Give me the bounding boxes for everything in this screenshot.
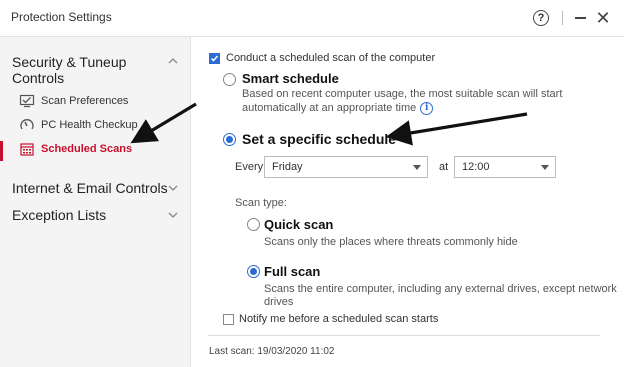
info-icon[interactable]: i	[420, 101, 434, 115]
radio-dot	[250, 268, 257, 275]
sidebar-item-pc-health-checkup[interactable]: PC Health Checkup	[19, 117, 138, 133]
day-select-value: Friday	[272, 161, 303, 173]
conduct-scan-checkbox[interactable]	[209, 53, 220, 64]
full-scan-radio[interactable]	[247, 265, 260, 278]
time-select-value: 12:00	[462, 161, 490, 173]
quick-scan-label: Quick scan	[264, 217, 334, 232]
sidebar-item-scheduled-scans[interactable]: Scheduled Scans	[19, 141, 132, 157]
sidebar-item-scan-preferences[interactable]: Scan Preferences	[19, 93, 128, 109]
help-button[interactable]: ?	[531, 8, 551, 28]
scan-preferences-icon	[19, 93, 35, 109]
help-icon: ?	[533, 10, 549, 26]
title-separator	[562, 11, 563, 25]
specific-schedule-label: Set a specific schedule	[242, 131, 397, 147]
close-button[interactable]: ✕	[593, 8, 613, 28]
time-select[interactable]: 12:00	[454, 156, 556, 178]
sidebar-section-exception-lists[interactable]: Exception Lists	[12, 207, 106, 223]
sidebar-section-internet-email[interactable]: Internet & Email Controls	[12, 180, 168, 196]
gauge-icon	[19, 117, 35, 133]
sidebar-item-label: Scan Preferences	[41, 95, 129, 107]
minimize-button[interactable]	[570, 8, 590, 28]
last-scan-text: Last scan: 19/03/2020 11:02	[209, 346, 335, 357]
sidebar-item-label: Scheduled Scans	[41, 143, 133, 155]
chevron-up-icon[interactable]	[167, 55, 179, 67]
chevron-down-icon	[413, 165, 421, 170]
at-label: at	[439, 161, 449, 173]
full-scan-desc-line2: drives	[264, 296, 294, 308]
title-bar: Protection Settings ? ✕	[0, 0, 624, 37]
specific-schedule-radio[interactable]	[223, 133, 236, 146]
smart-schedule-desc-line1: Based on recent computer usage, the most…	[242, 88, 563, 100]
notify-checkbox[interactable]	[223, 314, 234, 325]
quick-scan-desc: Scans only the places where threats comm…	[264, 236, 518, 248]
chevron-down-icon[interactable]	[167, 209, 179, 221]
calendar-icon	[19, 141, 35, 157]
checkmark-icon	[210, 55, 219, 62]
every-label: Every	[235, 161, 264, 173]
smart-schedule-desc-line2: automatically at an appropriate time i	[242, 101, 434, 115]
conduct-scan-label: Conduct a scheduled scan of the computer	[226, 52, 436, 64]
sidebar-section-security-tuneup[interactable]: Security & Tuneup Controls	[12, 54, 162, 86]
full-scan-desc-line1: Scans the entire computer, including any…	[264, 283, 617, 295]
sidebar-item-label: PC Health Checkup	[41, 119, 138, 131]
scan-type-heading: Scan type:	[235, 197, 287, 209]
minimize-icon	[574, 17, 586, 19]
quick-scan-radio[interactable]	[247, 218, 260, 231]
divider	[208, 335, 600, 336]
sidebar: Security & Tuneup Controls Scan Preferen…	[0, 37, 191, 367]
smart-schedule-radio[interactable]	[223, 73, 236, 86]
chevron-down-icon	[541, 165, 549, 170]
notify-label: Notify me before a scheduled scan starts	[239, 313, 439, 325]
window-title: Protection Settings	[11, 10, 112, 24]
chevron-down-icon[interactable]	[167, 182, 179, 194]
smart-schedule-label: Smart schedule	[242, 71, 339, 86]
active-indicator	[0, 141, 3, 161]
full-scan-label: Full scan	[264, 264, 321, 279]
main-panel: Conduct a scheduled scan of the computer…	[192, 37, 624, 367]
radio-dot	[226, 136, 233, 143]
day-select[interactable]: Friday	[264, 156, 428, 178]
